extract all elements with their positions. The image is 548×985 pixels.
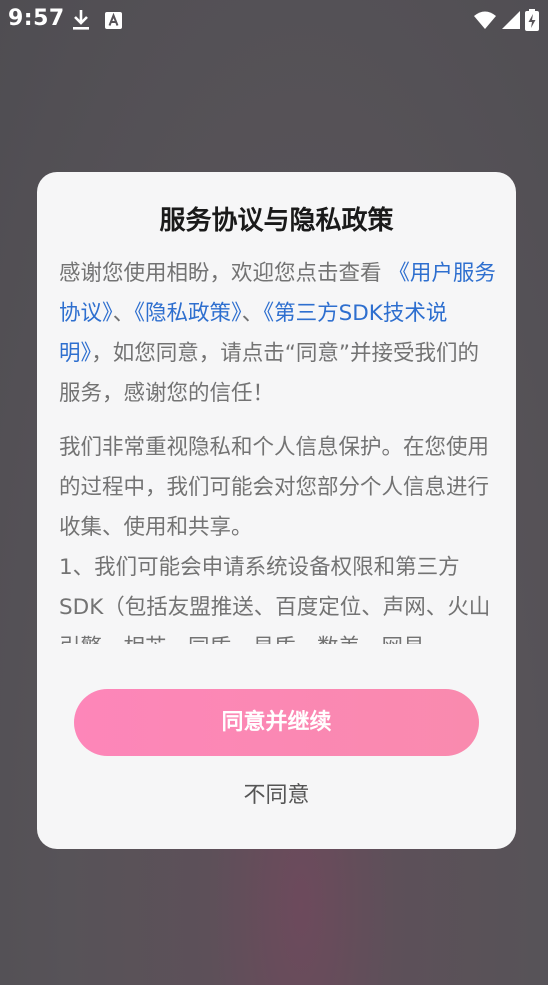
- intro-paragraph: 感谢您使用相盼，欢迎您点击查看 《用户服务协议》、《隐私政策》、《第三方SDK技…: [59, 254, 496, 414]
- wifi-icon: [473, 8, 497, 32]
- status-bar: 9:57: [0, 0, 548, 40]
- separator-2: 、: [241, 301, 264, 326]
- privacy-paragraph: 我们非常重视隐私和个人信息保护。在您使用的过程中，我们可能会对您部分个人信息进行…: [59, 435, 490, 540]
- battery-charging-icon: [524, 8, 540, 32]
- permissions-paragraph: 1、我们可能会申请系统设备权限和第三方SDK（包括友盟推送、百度定位、声网、火山…: [59, 555, 491, 644]
- disagree-button[interactable]: 不同意: [37, 778, 516, 814]
- font-a-icon: [103, 8, 125, 32]
- download-icon: [70, 8, 92, 32]
- dialog-content[interactable]: 感谢您使用相盼，欢迎您点击查看 《用户服务协议》、《隐私政策》、《第三方SDK技…: [59, 254, 496, 644]
- signal-icon: [500, 8, 522, 32]
- privacy-policy-link[interactable]: 《隐私政策》: [134, 301, 242, 326]
- privacy-dialog: 服务协议与隐私政策 感谢您使用相盼，欢迎您点击查看 《用户服务协议》、《隐私政策…: [37, 172, 516, 849]
- dialog-title: 服务协议与隐私政策: [159, 206, 394, 236]
- separator-1: 、: [112, 301, 135, 326]
- status-time: 9:57: [8, 6, 65, 31]
- intro-text: 感谢您使用相盼，欢迎您点击查看: [59, 261, 382, 286]
- intro-suffix: ，如您同意，请点击“同意”并接受我们的服务，感谢您的信任！: [59, 341, 480, 406]
- agree-continue-button[interactable]: 同意并继续: [74, 689, 479, 756]
